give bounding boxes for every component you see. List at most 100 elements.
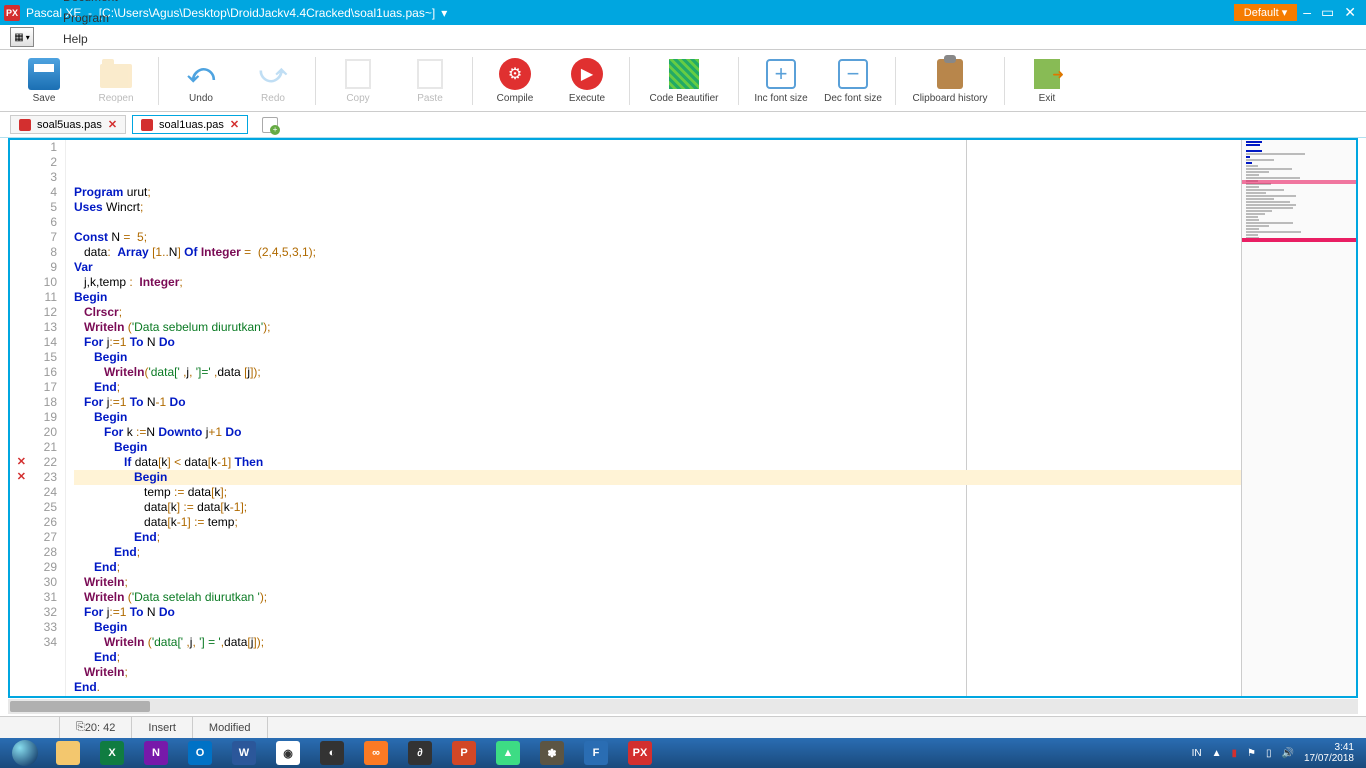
code-line[interactable]: Writeln; xyxy=(74,665,1241,680)
taskbar-pascalxe[interactable]: PX xyxy=(620,740,660,766)
code-line[interactable]: For k :=N Downto j+1 Do xyxy=(74,425,1241,440)
app-logo-icon: PX xyxy=(4,5,20,21)
code-line[interactable]: data[k-1] := temp; xyxy=(74,515,1241,530)
file-tab[interactable]: soal1uas.pas✕ xyxy=(132,115,248,134)
clipboard-button[interactable]: Clipboard history xyxy=(904,55,996,106)
code-line[interactable]: End; xyxy=(74,380,1241,395)
minimap[interactable] xyxy=(1241,140,1356,696)
taskbar-powerpoint[interactable]: P xyxy=(444,740,484,766)
menu-tab-program[interactable]: Program xyxy=(44,7,217,28)
code-line[interactable]: Clrscr; xyxy=(74,305,1241,320)
code-line[interactable]: Uses Wincrt; xyxy=(74,200,1241,215)
taskbar-android[interactable]: ▲ xyxy=(488,740,528,766)
status-bar: ⎘ 20: 42 Insert Modified xyxy=(0,716,1366,738)
code-line[interactable]: Begin xyxy=(74,350,1241,365)
code-line[interactable]: data[k] := data[k-1]; xyxy=(74,500,1241,515)
code-line[interactable]: For j:=1 To N-1 Do xyxy=(74,395,1241,410)
code-line[interactable]: Begin xyxy=(74,470,1241,485)
taskbar-onenote[interactable]: N xyxy=(136,740,176,766)
copy-icon xyxy=(341,57,375,91)
taskbar-app2[interactable]: ∂ xyxy=(400,740,440,766)
taskbar-app4[interactable]: F xyxy=(576,740,616,766)
decfont-button[interactable]: −Dec font size xyxy=(819,55,887,106)
minimize-button[interactable]: – xyxy=(1303,4,1311,21)
taskbar-explorer[interactable] xyxy=(48,740,88,766)
error-marker-icon[interactable]: ✕ xyxy=(12,455,26,470)
taskbar-app1[interactable]: ◐ xyxy=(312,740,352,766)
chrome-icon: ◉ xyxy=(276,741,300,765)
maximize-button[interactable]: ▭ xyxy=(1321,4,1334,21)
close-tab-icon[interactable]: ✕ xyxy=(108,118,117,131)
menu-tab-document[interactable]: Document xyxy=(44,0,217,7)
scrollbar-thumb[interactable] xyxy=(10,701,150,712)
taskbar-word[interactable]: W xyxy=(224,740,264,766)
code-line[interactable]: Begin xyxy=(74,620,1241,635)
error-marker-icon[interactable]: ✕ xyxy=(12,470,26,485)
code-line[interactable]: Begin xyxy=(74,410,1241,425)
code-line[interactable]: Begin xyxy=(74,440,1241,455)
code-line[interactable]: temp := data[k]; xyxy=(74,485,1241,500)
file-tab[interactable]: soal5uas.pas✕ xyxy=(10,115,126,134)
modified-state: Modified xyxy=(193,717,268,738)
code-line[interactable]: Writeln ('data[' ,j, '] = ',data[j]); xyxy=(74,635,1241,650)
code-area[interactable]: Program urut;Uses Wincrt; Const N = 5; da… xyxy=(66,140,1241,696)
panel-layout-icon[interactable]: ▦ xyxy=(10,27,34,47)
close-button[interactable]: ✕ xyxy=(1344,4,1356,21)
tray-action-icon[interactable]: ⚑ xyxy=(1247,748,1256,759)
system-tray[interactable]: IN ▲ ▮ ⚑ ▯ 🔊 3:41 17/07/2018 xyxy=(1192,742,1360,764)
toolbar-separator xyxy=(1004,57,1005,105)
code-line[interactable]: End. xyxy=(74,680,1241,695)
code-line[interactable]: End; xyxy=(74,545,1241,560)
code-line[interactable]: End; xyxy=(74,530,1241,545)
redo-button: ⤻Redo xyxy=(239,55,307,106)
horizontal-scrollbar[interactable] xyxy=(8,699,1358,714)
code-line[interactable]: End; xyxy=(74,650,1241,665)
code-line[interactable]: Writeln ('Data sebelum diurutkan'); xyxy=(74,320,1241,335)
code-line[interactable]: If data[k] < data[k-1] Then xyxy=(74,455,1241,470)
execute-button[interactable]: ▶Execute xyxy=(553,55,621,106)
outlook-icon: O xyxy=(188,741,212,765)
default-layout-button[interactable]: Default ▾ xyxy=(1234,4,1297,21)
folder-icon xyxy=(99,57,133,91)
taskbar-excel[interactable]: X xyxy=(92,740,132,766)
undo-button[interactable]: ⤺Undo xyxy=(167,55,235,106)
code-line[interactable]: Writeln; xyxy=(74,575,1241,590)
app4-icon: F xyxy=(584,741,608,765)
taskbar-outlook[interactable]: O xyxy=(180,740,220,766)
excel-icon: X xyxy=(100,741,124,765)
close-tab-icon[interactable]: ✕ xyxy=(230,118,239,131)
code-line[interactable]: Const N = 5; xyxy=(74,230,1241,245)
code-editor[interactable]: 12345678910111213141516171819202122✕23✕2… xyxy=(10,140,1241,696)
app1-icon: ◐ xyxy=(320,741,344,765)
code-line[interactable]: For j:=1 To N Do xyxy=(74,335,1241,350)
menu-tab-help[interactable]: Help xyxy=(44,28,217,49)
code-line[interactable]: data: Array [1..N] Of Integer = (2,4,5,3… xyxy=(74,245,1241,260)
save-button[interactable]: Save xyxy=(10,55,78,106)
input-language[interactable]: IN xyxy=(1192,748,1202,759)
incfont-button[interactable]: +Inc font size xyxy=(747,55,815,106)
taskbar-gimp[interactable]: ✽ xyxy=(532,740,572,766)
taskbar-xampp[interactable]: ∞ xyxy=(356,740,396,766)
tray-flag-icon[interactable]: ▲ xyxy=(1212,748,1222,759)
code-line[interactable]: Writeln('data[' ,j, ']=' ,data [j]); xyxy=(74,365,1241,380)
tray-volume-icon[interactable]: 🔊 xyxy=(1281,748,1293,759)
beautifier-button[interactable]: Code Beautifier xyxy=(638,55,730,106)
code-line[interactable]: Begin xyxy=(74,290,1241,305)
clock[interactable]: 3:41 17/07/2018 xyxy=(1304,742,1354,764)
start-button[interactable] xyxy=(6,739,44,767)
code-line[interactable]: For j:=1 To N Do xyxy=(74,605,1241,620)
code-line[interactable]: Var xyxy=(74,260,1241,275)
tray-network-icon[interactable]: ▯ xyxy=(1266,748,1272,759)
code-line[interactable]: Writeln ('Data setelah diurutkan '); xyxy=(74,590,1241,605)
new-file-button[interactable] xyxy=(262,117,278,133)
code-line[interactable] xyxy=(74,215,1241,230)
tray-app-icon[interactable]: ▮ xyxy=(1231,748,1237,759)
taskbar-chrome[interactable]: ◉ xyxy=(268,740,308,766)
compile-button[interactable]: ⚙Compile xyxy=(481,55,549,106)
code-line[interactable]: End; xyxy=(74,560,1241,575)
code-line[interactable]: Program urut; xyxy=(74,185,1241,200)
exit-button[interactable]: Exit xyxy=(1013,55,1081,106)
title-dropdown-icon[interactable]: ▾ xyxy=(441,6,447,20)
code-line[interactable]: j,k,temp : Integer; xyxy=(74,275,1241,290)
undo-icon: ⤺ xyxy=(184,57,218,91)
